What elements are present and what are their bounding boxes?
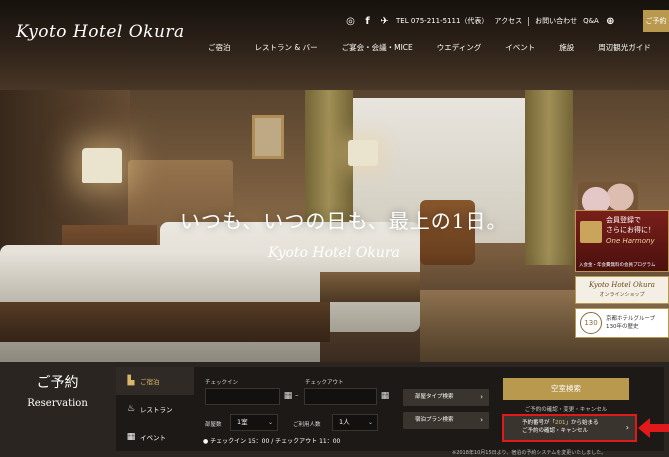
chevron-right-icon: › <box>625 423 629 432</box>
reservation-title-en: Reservation <box>27 398 88 409</box>
calendar-icon[interactable]: ▦ <box>283 391 293 402</box>
calendar-icon: ▦ <box>126 432 136 442</box>
checkin-input[interactable] <box>205 388 280 405</box>
reservation-title-jp: ご予約 <box>36 375 79 391</box>
system-change-notice: ※2018年10月15日より、宿泊の予約システムを変更いたしました。 <box>452 450 607 456</box>
checkout-label: チェックアウト <box>305 380 344 386</box>
group-banner-line1: 京都ホテルグループ <box>606 316 656 322</box>
checkout-input[interactable] <box>304 388 377 405</box>
book-button[interactable]: ご予約 <box>643 10 669 32</box>
gift-icon <box>580 221 602 243</box>
member-banner-brand: One Harmony <box>606 237 655 245</box>
member-banner[interactable]: 会員登録で さらにお得に！ One Harmony 入会金・年会費無料の会員プロ… <box>575 210 669 272</box>
reservation-tabs: ▙ ご宿泊 ♨ レストラン ▦ イベント <box>116 367 194 451</box>
reservation-confirm-link[interactable]: ご予約の確認・変更・キャンセル <box>503 405 629 413</box>
rooms-value: 1室 <box>237 418 248 426</box>
red-arrow-icon <box>638 418 669 438</box>
divider <box>528 16 530 26</box>
chevron-right-icon: › <box>480 393 483 401</box>
guests-label: ご利用人数 <box>293 422 321 428</box>
tab-restaurant[interactable]: ♨ レストラン <box>116 395 194 423</box>
dining-icon: ♨ <box>126 404 136 414</box>
instagram-icon[interactable]: ◎ <box>345 16 356 27</box>
tab-stay-label: ご宿泊 <box>140 378 160 386</box>
chevron-right-icon: › <box>480 416 483 424</box>
chevron-down-icon: ⌄ <box>367 419 373 426</box>
rooms-label: 部屋数 <box>205 422 222 428</box>
shop-banner-label: オンラインショップ <box>599 292 645 298</box>
legacy-reservation-line1: 予約番号が「201」から始まる <box>522 420 599 426</box>
nav-banquet[interactable]: ご宴会・会議・MICE <box>342 42 413 53</box>
facebook-icon[interactable]: f <box>362 16 373 27</box>
online-shop-banner[interactable]: Kyoto Hotel Okura オンラインショップ <box>575 276 669 304</box>
group-banner-line2: 130年の歴史 <box>606 324 639 330</box>
member-banner-note: 入会金・年会費無料の会員プログラム <box>579 263 656 268</box>
group-history-banner[interactable]: 130 京都ホテルグループ 130年の歴史 <box>575 308 669 338</box>
legacy-reservation-line2: ご予約の確認・キャンセル <box>522 428 589 434</box>
access-link[interactable]: アクセス <box>494 16 522 26</box>
tab-event-label: イベント <box>140 434 166 442</box>
globe-icon[interactable]: ⊕ <box>605 16 616 27</box>
side-banners: 会員登録で さらにお得に！ One Harmony 入会金・年会費無料の会員プロ… <box>575 210 669 342</box>
nav-wedding[interactable]: ウエディング <box>437 42 481 53</box>
vacancy-search-button[interactable]: 空室検索 <box>503 378 629 400</box>
hotel-logo[interactable]: Kyoto Hotel Okura <box>16 22 185 42</box>
utility-bar: ◎ f ✈ TEL 075-211-5111（代表） アクセス お問い合わせ Q… <box>345 12 616 30</box>
member-banner-line1: 会員登録で <box>606 216 641 224</box>
nav-facilities[interactable]: 施設 <box>559 42 574 53</box>
book-button-label: ご予約 <box>645 17 667 25</box>
reservation-title: ご予約 Reservation <box>0 372 115 409</box>
main-nav: ご宿泊 レストラン & バー ご宴会・会議・MICE ウエディング イベント 施… <box>208 42 651 53</box>
nav-sightseeing[interactable]: 周辺観光ガイド <box>598 42 651 53</box>
guests-value: 1人 <box>339 418 350 426</box>
guests-select[interactable]: 1人 ⌄ <box>332 414 378 431</box>
qa-link[interactable]: Q&A <box>583 17 599 25</box>
plan-search-label: 宿泊プラン検索 <box>415 417 454 423</box>
date-range-dash: – <box>295 391 299 399</box>
room-type-search-label: 部屋タイプ検索 <box>415 394 454 400</box>
tab-event[interactable]: ▦ イベント <box>116 423 194 451</box>
bed-icon: ▙ <box>127 376 135 386</box>
legacy-reservation-button[interactable]: 予約番号が「201」から始まる ご予約の確認・キャンセル › <box>502 414 637 442</box>
plan-search-button[interactable]: 宿泊プラン検索 › <box>403 412 489 429</box>
phone-number: TEL 075-211-5111（代表） <box>396 17 489 25</box>
checkin-label: チェックイン <box>205 380 239 386</box>
hero-image <box>0 0 669 362</box>
tab-stay[interactable]: ▙ ご宿泊 <box>116 367 194 395</box>
twitter-icon[interactable]: ✈ <box>379 16 390 27</box>
nav-restaurant[interactable]: レストラン & バー <box>255 42 318 53</box>
calendar-icon[interactable]: ▦ <box>380 391 390 402</box>
hero-tagline: いつも、いつの日も、最上の1日。 <box>180 209 508 233</box>
member-banner-line2: さらにお得に！ <box>606 226 655 234</box>
hero-tagline-sub: Kyoto Hotel Okura <box>268 245 400 261</box>
shop-banner-brand: Kyoto Hotel Okura <box>589 281 655 289</box>
chevron-down-icon: ⌄ <box>267 419 273 426</box>
rooms-select[interactable]: 1室 ⌄ <box>230 414 278 431</box>
tab-restaurant-label: レストラン <box>140 406 173 414</box>
nav-stay[interactable]: ご宿泊 <box>208 42 231 53</box>
checkin-time-note: ● チェックイン 15：00 / チェックアウト 11：00 <box>203 438 341 445</box>
room-type-search-button[interactable]: 部屋タイプ検索 › <box>403 389 489 406</box>
nav-event[interactable]: イベント <box>505 42 535 53</box>
contact-link[interactable]: お問い合わせ <box>535 16 577 26</box>
anniversary-seal-icon: 130 <box>580 312 602 334</box>
